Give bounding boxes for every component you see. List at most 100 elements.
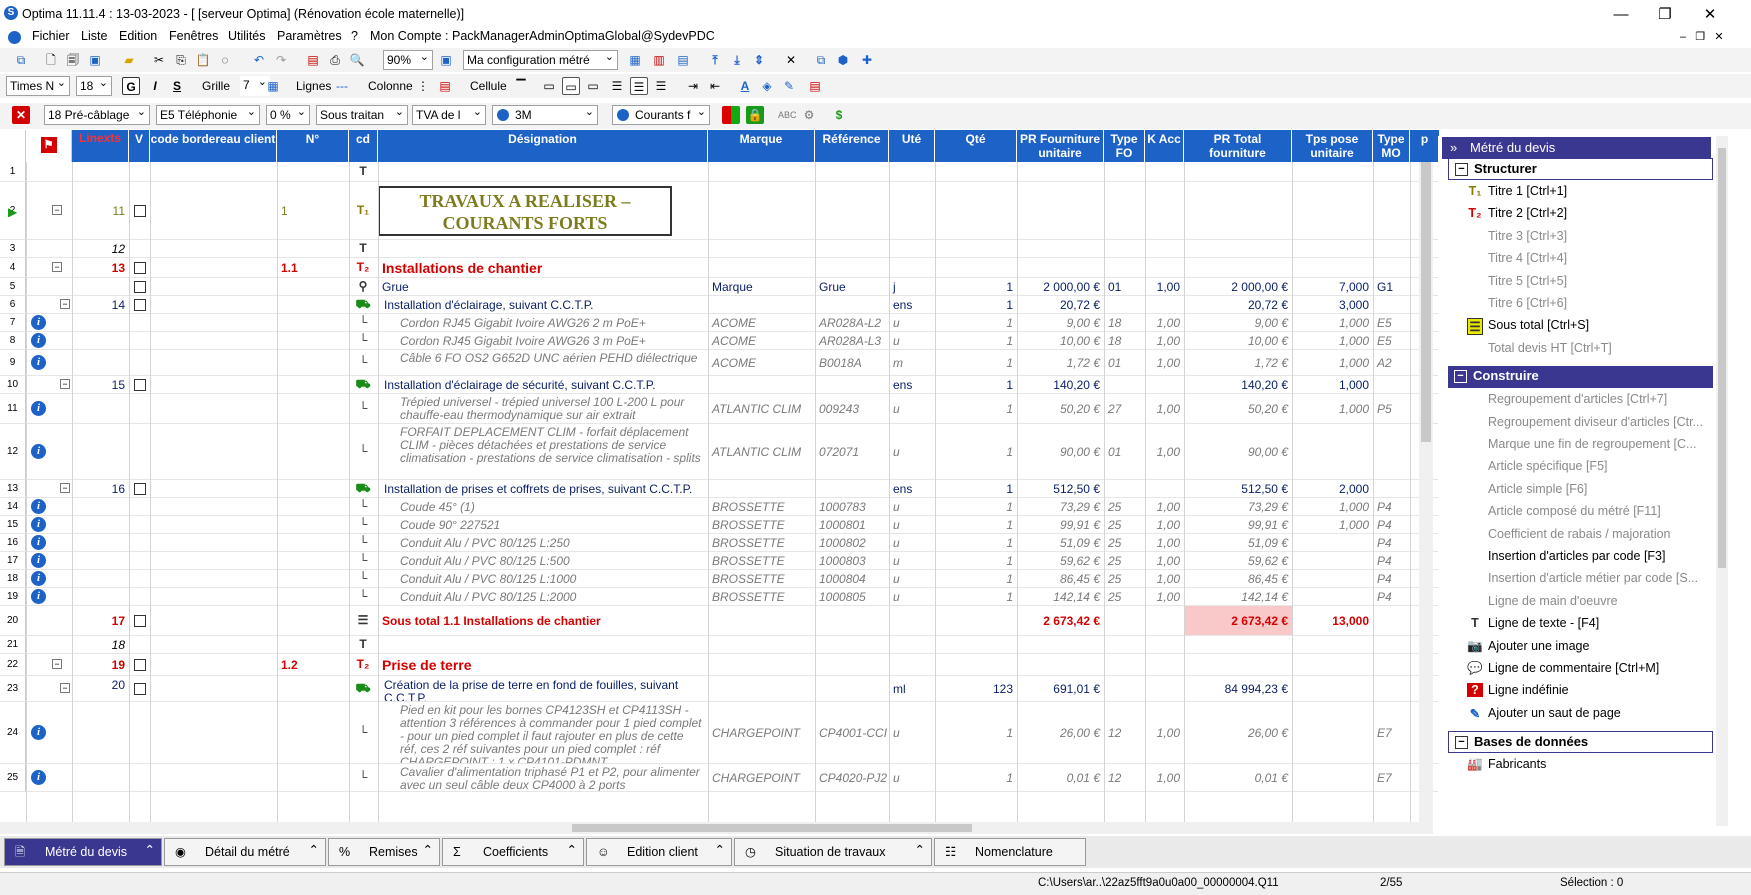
cell-no[interactable]	[277, 296, 349, 313]
cell-qte[interactable]: 1	[935, 764, 1017, 791]
panel-item[interactable]: Marque une fin de regroupement [C...	[1488, 437, 1696, 451]
cell-tps[interactable]: 1,000	[1292, 394, 1373, 423]
menu-parametres[interactable]: Paramètres	[274, 29, 345, 43]
cell-k[interactable]: 1,00	[1145, 424, 1184, 479]
cell-lx[interactable]: 16	[72, 480, 129, 497]
row-number[interactable]: 5	[0, 278, 26, 295]
row-number[interactable]: 21	[0, 636, 26, 653]
cell-tmo[interactable]: E7	[1373, 702, 1410, 763]
row-checkbox[interactable]	[134, 615, 146, 627]
cell-k[interactable]	[1145, 606, 1184, 635]
table-row[interactable]: 9 i └ Câble 6 FO OS2 G652D UNC aérien PEHD …	[0, 350, 1440, 376]
cell-qte[interactable]: 1	[935, 480, 1017, 497]
table-row[interactable]: 18 i └ Conduit Alu / PVC 80/125 L:1000 BROSS…	[0, 570, 1440, 588]
cell-ute[interactable]: u	[889, 516, 935, 533]
panel-item[interactable]: Regroupement diviseur d'articles [Ctr...	[1488, 415, 1703, 429]
cell-qte[interactable]: 1	[935, 570, 1017, 587]
info-icon[interactable]: i	[31, 355, 46, 370]
cell-qte[interactable]	[935, 636, 1017, 653]
row-checkbox[interactable]	[134, 262, 146, 274]
cell-ute[interactable]	[889, 162, 935, 181]
cell-tmo[interactable]	[1373, 296, 1410, 313]
cell-tmo[interactable]	[1373, 258, 1410, 277]
cell-k[interactable]	[1145, 182, 1184, 239]
cell-tfo[interactable]	[1104, 296, 1145, 313]
row-checkbox[interactable]	[134, 205, 146, 217]
cell-tfo[interactable]: 27	[1104, 394, 1145, 423]
row-checkbox[interactable]	[134, 483, 146, 495]
panel-title[interactable]: Métré du devis	[1442, 137, 1711, 159]
cell-lx[interactable]: 12	[72, 240, 129, 257]
panel-item[interactable]: Titre 6 [Ctrl+6]	[1488, 296, 1567, 310]
move-bottom-icon[interactable]: ⤓	[728, 51, 746, 69]
cell-des[interactable]: Installation de prises et coffrets de pr…	[378, 480, 708, 497]
cell-no[interactable]	[277, 480, 349, 497]
cell-pr[interactable]: 2 000,00 €	[1017, 278, 1104, 295]
cell-ref[interactable]: 1000803	[815, 552, 889, 569]
cell-pr[interactable]: 140,20 €	[1017, 376, 1104, 393]
cell-tps[interactable]	[1292, 534, 1373, 551]
row-number[interactable]: 13	[0, 480, 26, 497]
cell-lx[interactable]: 11	[72, 182, 129, 239]
config-select[interactable]: Ma configuration métré	[463, 50, 618, 70]
cell-tfo[interactable]: 01	[1104, 278, 1145, 295]
cell-tot[interactable]: 51,09 €	[1184, 534, 1292, 551]
section-collapse-icon[interactable]: −	[1455, 163, 1468, 176]
cell-marque[interactable]	[708, 676, 815, 701]
cell-k[interactable]: 1,00	[1145, 394, 1184, 423]
cell-marque[interactable]	[708, 162, 815, 181]
row-number[interactable]: 6	[0, 296, 26, 313]
cell-des[interactable]: Installation d'éclairage de sécurité, su…	[378, 376, 708, 393]
table-row[interactable]: 2 ▶ − T₁ 11 1 TRAVAUX A REALISER – COURANTS FO…	[0, 182, 1440, 240]
cell-qte[interactable]: 1	[935, 702, 1017, 763]
cell-lx[interactable]	[72, 702, 129, 763]
panel-item[interactable]: Article simple [F6]	[1488, 482, 1587, 496]
metre-grid[interactable]: ⚑ Linexts V code bordereau client N° cd …	[0, 130, 1440, 822]
lock-icon[interactable]: 🔒	[746, 106, 764, 124]
cell-tmo[interactable]: P4	[1373, 498, 1410, 515]
colonnes-icon[interactable]: ⋮	[414, 77, 432, 95]
cell-marque[interactable]: BROSSETTE	[708, 516, 815, 533]
cell-tfo[interactable]: 25	[1104, 552, 1145, 569]
tab-chevron-icon[interactable]: ⌃	[423, 837, 433, 863]
cell-marque[interactable]: BROSSETTE	[708, 588, 815, 605]
cell-pr[interactable]	[1017, 182, 1104, 239]
cell-tps[interactable]	[1292, 570, 1373, 587]
reference-header[interactable]: Référence	[815, 130, 889, 162]
row-number[interactable]: 9	[0, 350, 26, 375]
cell-tmo[interactable]	[1373, 240, 1410, 257]
panel-item[interactable]: Ligne de texte - [F4]	[1488, 616, 1599, 630]
grid-hscrollbar[interactable]	[0, 822, 1433, 834]
cell-qte[interactable]: 1	[935, 376, 1017, 393]
cell-pr[interactable]	[1017, 654, 1104, 675]
cell-marque[interactable]	[708, 636, 815, 653]
cell-tps[interactable]: 3,000	[1292, 296, 1373, 313]
config-b-icon[interactable]: ▥	[650, 51, 668, 69]
font-size-select[interactable]: 18	[76, 76, 112, 96]
cell-no[interactable]	[277, 676, 349, 701]
cell-tfo[interactable]: 01	[1104, 350, 1145, 375]
menu-mon-compte[interactable]: Mon Compte : PackManagerAdminOptimaGloba…	[367, 29, 718, 43]
panel-item[interactable]: Insertion d'article métier par code [S..…	[1488, 571, 1698, 585]
panel-item[interactable]: Ligne de commentaire [Ctrl+M]	[1488, 661, 1659, 675]
cell-ute[interactable]: u	[889, 570, 935, 587]
cell-tot[interactable]: 26,00 €	[1184, 702, 1292, 763]
tab-chevron-icon[interactable]: ⌃	[915, 837, 925, 863]
cell-tot[interactable]: 20,72 €	[1184, 296, 1292, 313]
cell-k[interactable]: 1,00	[1145, 570, 1184, 587]
row-checkbox[interactable]	[134, 299, 146, 311]
cell-tot[interactable]	[1184, 162, 1292, 181]
cell-ute[interactable]	[889, 636, 935, 653]
panel-item[interactable]: Ligne de main d'oeuvre	[1488, 594, 1618, 608]
cell-k[interactable]: 1,00	[1145, 278, 1184, 295]
cell-pr[interactable]: 90,00 €	[1017, 424, 1104, 479]
cell-qte[interactable]: 123	[935, 676, 1017, 701]
tab-detail-du-metre[interactable]: ◉ Détail du métré ⌃	[164, 838, 326, 866]
cell-lx[interactable]	[72, 350, 129, 375]
cell-marque[interactable]	[708, 480, 815, 497]
cell-tmo[interactable]: P4	[1373, 534, 1410, 551]
row-number[interactable]: 8	[0, 332, 26, 349]
cell-tps[interactable]: 2,000	[1292, 480, 1373, 497]
cell-tot[interactable]: 2 673,42 €	[1184, 606, 1292, 635]
cell-tot[interactable]: 140,20 €	[1184, 376, 1292, 393]
